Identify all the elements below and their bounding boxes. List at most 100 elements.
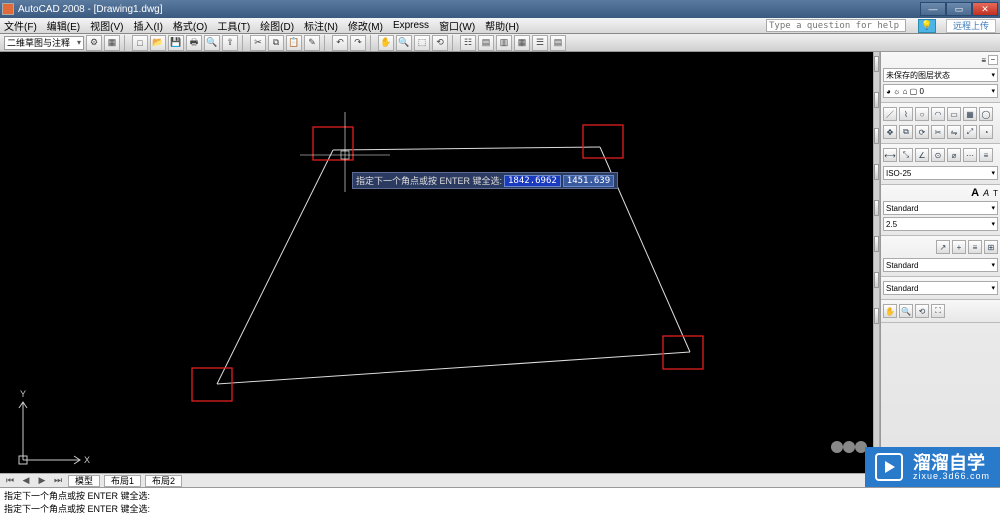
tab-layout2[interactable]: 布局2 <box>145 475 182 487</box>
tab-last-icon[interactable]: ⏭ <box>52 475 64 486</box>
dim-continue-icon[interactable]: ⋯ <box>963 148 977 162</box>
open-icon[interactable]: 📂 <box>150 35 166 51</box>
circle-icon[interactable]: ○ <box>915 107 929 121</box>
orbit-icon[interactable]: ⟲ <box>915 304 929 318</box>
hatch-icon[interactable]: ▦ <box>963 107 977 121</box>
undo-icon[interactable]: ↶ <box>332 35 348 51</box>
zoom-prev-icon[interactable]: ⟲ <box>432 35 448 51</box>
collapse-icon[interactable]: – <box>988 55 998 65</box>
move-icon[interactable]: ✥ <box>883 125 897 139</box>
mtext-icon[interactable]: A <box>983 188 989 198</box>
remote-upload-button[interactable]: 远程上传 <box>946 19 996 33</box>
dim-aligned-icon[interactable]: ⤡ <box>899 148 913 162</box>
markup-icon[interactable]: ☰ <box>532 35 548 51</box>
menu-draw[interactable]: 绘图(D) <box>260 18 294 33</box>
dyn-prompt: 指定下一个角点或按 ENTER 键全选: <box>356 174 502 187</box>
scale-icon[interactable]: ⤢ <box>963 125 977 139</box>
grip-icon <box>874 92 879 108</box>
dyn-coord-x[interactable]: 1842.6962 <box>504 175 561 187</box>
dim-linear-icon[interactable]: ⟷ <box>883 148 897 162</box>
cut-icon[interactable]: ✂ <box>250 35 266 51</box>
properties-icon[interactable]: ☷ <box>460 35 476 51</box>
layer-combo[interactable]: ◕ ☼ ⌂ ▢ 0 <box>883 84 998 98</box>
mleaderstyle-combo[interactable]: Standard <box>883 258 998 272</box>
line-icon[interactable]: ／ <box>883 107 897 121</box>
infocenter-button[interactable]: 💡 <box>918 19 936 33</box>
dim-baseline-icon[interactable]: ≡ <box>979 148 993 162</box>
arc-icon[interactable]: ◠ <box>931 107 945 121</box>
menu-edit[interactable]: 编辑(E) <box>47 18 80 33</box>
redo-icon[interactable]: ↷ <box>350 35 366 51</box>
mleader-add-icon[interactable]: + <box>952 240 966 254</box>
rotate-icon[interactable]: ⟳ <box>915 125 929 139</box>
match-icon[interactable]: ✎ <box>304 35 320 51</box>
text-icon[interactable]: T <box>993 189 998 198</box>
maximize-button[interactable]: ▭ <box>946 2 972 16</box>
menu-format[interactable]: 格式(O) <box>173 18 207 33</box>
rect-icon[interactable]: ▭ <box>947 107 961 121</box>
leader-panel: ↗ + ≡ ⊞ Standard <box>881 236 1000 277</box>
copy-icon[interactable]: ⧉ <box>268 35 284 51</box>
tab-first-icon[interactable]: ⏮ <box>4 475 16 486</box>
menu-dim[interactable]: 标注(N) <box>304 18 338 33</box>
designcenter-icon[interactable]: ▤ <box>478 35 494 51</box>
save-icon[interactable]: 💾 <box>168 35 184 51</box>
textstyle-combo[interactable]: Standard <box>883 201 998 215</box>
grip-icon <box>874 236 879 252</box>
ellipse-icon[interactable]: ◯ <box>979 107 993 121</box>
panel-grip[interactable] <box>873 52 880 473</box>
paste-icon[interactable]: 📋 <box>286 35 302 51</box>
preview-icon[interactable]: 🔍 <box>204 35 220 51</box>
workspace-combo[interactable]: 二维草图与注释 <box>4 36 84 50</box>
zoom-icon[interactable]: 🔍 <box>396 35 412 51</box>
dim-diameter-icon[interactable]: ⌀ <box>947 148 961 162</box>
grip-icon <box>874 272 879 288</box>
menu-file[interactable]: 文件(F) <box>4 18 37 33</box>
workspace-settings-icon[interactable]: ⚙ <box>86 35 102 51</box>
menu-window[interactable]: 窗口(W) <box>439 18 475 33</box>
dyn-coord-y[interactable]: 1451.639 <box>563 175 614 187</box>
toolpalettes-icon[interactable]: ▥ <box>496 35 512 51</box>
pline-icon[interactable]: ⌇ <box>899 107 913 121</box>
fillet-icon[interactable]: ◔ <box>979 125 993 139</box>
dim-radius-icon[interactable]: ⊙ <box>931 148 945 162</box>
tab-prev-icon[interactable]: ◀ <box>20 475 32 486</box>
toolbar-button[interactable]: ▦ <box>104 35 120 51</box>
menu-insert[interactable]: 插入(I) <box>133 18 162 33</box>
publish-icon[interactable]: ⇪ <box>222 35 238 51</box>
minimize-button[interactable]: — <box>920 2 946 16</box>
zoom-window-icon[interactable]: ⬚ <box>414 35 430 51</box>
mleader-icon[interactable]: ↗ <box>936 240 950 254</box>
menu-express[interactable]: Express <box>393 20 429 31</box>
tab-next-icon[interactable]: ▶ <box>36 475 48 486</box>
pan-icon[interactable]: ✋ <box>378 35 394 51</box>
close-button[interactable]: ✕ <box>972 2 998 16</box>
extents-icon[interactable]: ⛶ <box>931 304 945 318</box>
mleader-collect-icon[interactable]: ⊞ <box>984 240 998 254</box>
zoom2-icon[interactable]: 🔍 <box>899 304 913 318</box>
menu-modify[interactable]: 修改(M) <box>348 18 383 33</box>
layer-manager-icon[interactable]: ≡ <box>981 56 986 65</box>
copy-icon[interactable]: ⧉ <box>899 125 913 139</box>
dim-angular-icon[interactable]: ∠ <box>915 148 929 162</box>
sheet-set-icon[interactable]: ▦ <box>514 35 530 51</box>
tab-model[interactable]: 模型 <box>68 475 100 487</box>
drawing-canvas[interactable]: Y X 指定下一个角点或按 ENTER 键全选: 1842.6962 1451.… <box>0 52 873 473</box>
menu-help[interactable]: 帮助(H) <box>485 18 519 33</box>
help-search-input[interactable] <box>766 19 906 32</box>
textsize-combo[interactable]: 2.5 <box>883 217 998 231</box>
menu-tools[interactable]: 工具(T) <box>217 18 250 33</box>
tablestyle-combo[interactable]: Standard <box>883 281 998 295</box>
trim-icon[interactable]: ✂ <box>931 125 945 139</box>
pan2-icon[interactable]: ✋ <box>883 304 897 318</box>
mirror-icon[interactable]: ⇋ <box>947 125 961 139</box>
layer-state-combo[interactable]: 未保存的图层状态 <box>883 68 998 82</box>
menu-view[interactable]: 视图(V) <box>90 18 123 33</box>
mleader-align-icon[interactable]: ≡ <box>968 240 982 254</box>
quickcalc-icon[interactable]: ▤ <box>550 35 566 51</box>
command-window[interactable]: 指定下一个角点或按 ENTER 键全选: 指定下一个角点或按 ENTER 键全选… <box>0 487 1000 513</box>
new-icon[interactable]: □ <box>132 35 148 51</box>
plot-icon[interactable]: 🖶 <box>186 35 202 51</box>
tab-layout1[interactable]: 布局1 <box>104 475 141 487</box>
dimstyle-combo[interactable]: ISO-25 <box>883 166 998 180</box>
